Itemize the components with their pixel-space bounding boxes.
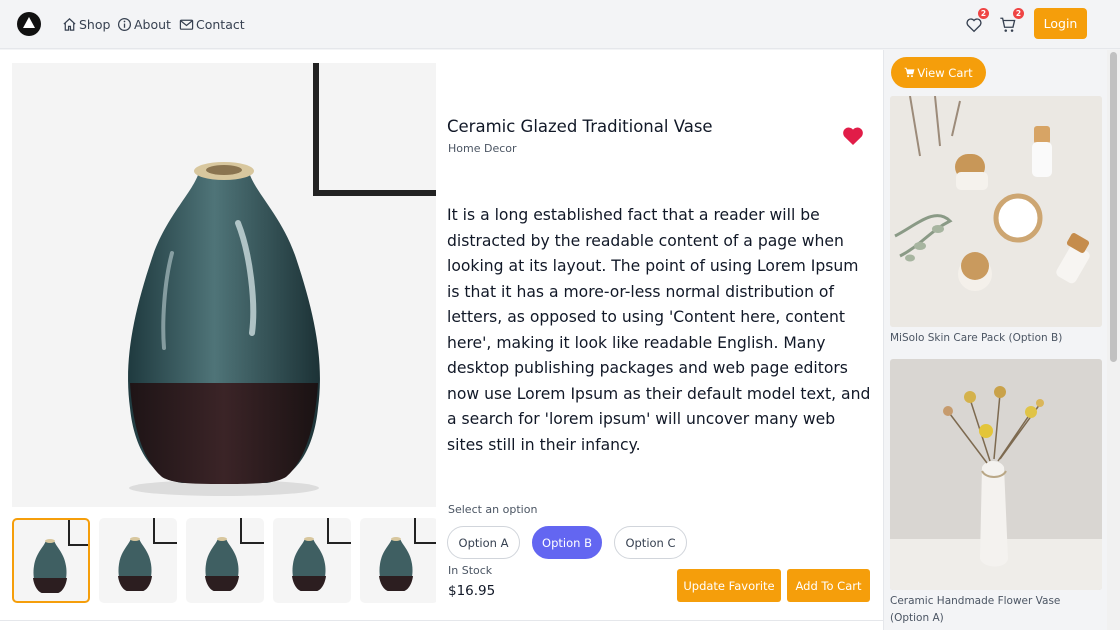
flower-vase-image bbox=[890, 359, 1102, 590]
cart-item-1-caption: MiSolo Skin Care Pack (Option B) bbox=[890, 332, 1063, 344]
mail-icon bbox=[179, 19, 194, 30]
info-icon bbox=[117, 17, 132, 31]
view-cart-button[interactable]: View Cart bbox=[891, 57, 986, 88]
cart-button[interactable]: 2 bbox=[998, 8, 1024, 35]
thumbnail-frame-decor bbox=[68, 544, 88, 546]
vase-thumbnail-image bbox=[379, 537, 413, 591]
product-category: Home Decor bbox=[448, 142, 517, 155]
cart-icon bbox=[1000, 17, 1016, 32]
favorite-toggle[interactable] bbox=[842, 126, 864, 146]
nav-link-about-label: About bbox=[134, 16, 171, 32]
option-b-button[interactable]: Option B bbox=[532, 526, 602, 559]
option-c-button[interactable]: Option C bbox=[614, 526, 687, 559]
nav-link-about[interactable]: About bbox=[117, 15, 171, 33]
login-button[interactable]: Login bbox=[1034, 8, 1087, 39]
heart-outline-icon bbox=[966, 18, 982, 33]
thumbnail-frame-decor bbox=[240, 542, 264, 544]
nav-link-shop[interactable]: Shop bbox=[62, 15, 110, 33]
option-label: Select an option bbox=[448, 503, 538, 516]
cart-icon bbox=[904, 67, 915, 78]
product-price: $16.95 bbox=[448, 583, 496, 599]
vase-image bbox=[128, 162, 320, 496]
thumbnail-1[interactable] bbox=[12, 518, 90, 603]
option-a-button[interactable]: Option A bbox=[447, 526, 520, 559]
home-icon bbox=[63, 17, 76, 31]
add-to-cart-button[interactable]: Add To Cart bbox=[787, 569, 870, 602]
skin-care-product-photo bbox=[890, 96, 1102, 327]
thumbnail-strip[interactable] bbox=[12, 518, 436, 603]
scrollbar[interactable] bbox=[1107, 50, 1120, 630]
favorites-count-badge: 2 bbox=[978, 8, 989, 19]
favorites-button[interactable]: 2 bbox=[963, 8, 989, 35]
nav-link-shop-label: Shop bbox=[79, 16, 111, 32]
thumbnail-3[interactable] bbox=[186, 518, 264, 603]
triangle-logo-icon bbox=[23, 17, 35, 28]
cart-sidebar: View Cart MiSolo Skin Care Pack (Option … bbox=[885, 50, 1107, 630]
nav-link-contact[interactable]: Contact bbox=[179, 15, 245, 33]
thumbnail-frame-decor bbox=[327, 542, 351, 544]
product-title: Ceramic Glazed Traditional Vase bbox=[447, 117, 713, 136]
scrollbar-thumb[interactable] bbox=[1110, 52, 1117, 362]
stock-status: In Stock bbox=[448, 564, 493, 577]
vase-thumbnail-image bbox=[292, 537, 326, 591]
vase-thumbnail-image bbox=[118, 537, 152, 591]
logo[interactable] bbox=[17, 12, 41, 36]
cart-count-badge: 2 bbox=[1013, 8, 1024, 19]
navbar: Shop About Contact 2 2 Login bbox=[0, 0, 1120, 49]
product-description: It is a long established fact that a rea… bbox=[447, 206, 871, 454]
vase-thumbnail-image bbox=[205, 537, 239, 591]
cart-item-2[interactable]: Ceramic Handmade Flower Vase (Option A) bbox=[890, 359, 1102, 627]
nav-link-contact-label: Contact bbox=[196, 16, 245, 32]
thumbnail-4[interactable] bbox=[273, 518, 351, 603]
thumbnail-frame-decor bbox=[153, 542, 177, 544]
thumbnail-frame-decor bbox=[414, 542, 436, 544]
flower-vase-photo bbox=[890, 359, 1102, 590]
thumbnail-2[interactable] bbox=[99, 518, 177, 603]
skin-care-image bbox=[890, 96, 1102, 327]
update-favorite-button[interactable]: Update Favorite bbox=[677, 569, 781, 602]
vase-thumbnail-image bbox=[33, 539, 67, 593]
divider bbox=[0, 620, 884, 621]
view-cart-label: View Cart bbox=[917, 65, 973, 80]
cart-item-2-caption: Ceramic Handmade Flower Vase (Option A) bbox=[890, 595, 1061, 624]
heart-filled-icon bbox=[843, 127, 863, 145]
thumbnail-5[interactable] bbox=[360, 518, 436, 603]
product-main-image bbox=[12, 63, 436, 507]
product-detail: Ceramic Glazed Traditional Vase Home Dec… bbox=[0, 50, 884, 630]
cart-item-1[interactable]: MiSolo Skin Care Pack (Option B) bbox=[890, 96, 1102, 347]
